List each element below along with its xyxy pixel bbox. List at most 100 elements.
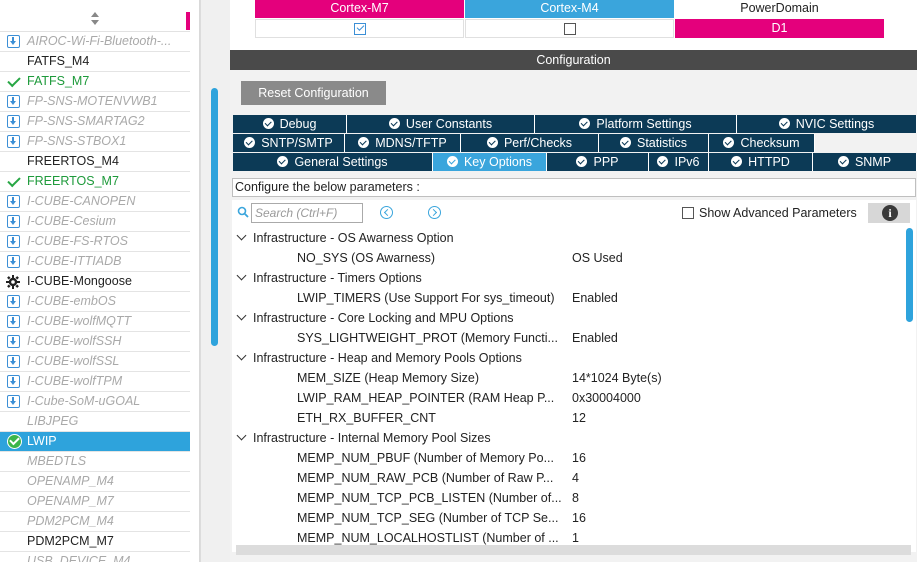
tab-debug[interactable]: Debug [233, 115, 347, 133]
mode-indicator-bar [186, 12, 190, 30]
parameter-value[interactable]: 16 [572, 448, 586, 468]
parameter-value[interactable]: 16 [572, 508, 586, 528]
list-item[interactable]: I-CUBE-wolfTPM [0, 372, 190, 392]
list-item[interactable]: FREERTOS_M7 [0, 172, 190, 192]
parameter-group[interactable]: Infrastructure - OS Awarness Option [236, 228, 454, 248]
list-item[interactable]: OPENAMP_M7 [0, 492, 190, 512]
tab-general-settings[interactable]: General Settings [233, 153, 433, 171]
chevron-down-icon[interactable] [236, 270, 247, 281]
check-circle-icon [778, 118, 790, 129]
parameter-name[interactable]: MEMP_NUM_PBUF (Number of Memory Po... [297, 448, 567, 468]
tab-sntp-smtp[interactable]: SNTP/SMTP [233, 134, 345, 152]
mode-header-power-domain: PowerDomain [675, 0, 884, 18]
parameter-scrollbar[interactable] [906, 228, 913, 322]
left-list-scrollbar[interactable] [211, 88, 218, 346]
list-item[interactable]: I-CUBE-wolfMQTT [0, 312, 190, 332]
parameter-name[interactable]: ETH_RX_BUFFER_CNT [297, 408, 567, 428]
list-item-label: I-CUBE-Mongoose [27, 274, 132, 288]
list-item-label: FP-SNS-MOTENVWB1 [27, 94, 158, 108]
list-item[interactable]: MBEDTLS [0, 452, 190, 472]
parameter-group[interactable]: Infrastructure - Core Locking and MPU Op… [236, 308, 514, 328]
check-circle-icon [723, 137, 735, 148]
tab-statistics[interactable]: Statistics [599, 134, 709, 152]
search-input[interactable] [251, 203, 363, 223]
parameter-group[interactable]: Infrastructure - Internal Memory Pool Si… [236, 428, 491, 448]
tab-perf-checks[interactable]: Perf/Checks [461, 134, 599, 152]
list-item[interactable]: I-CUBE-wolfSSL [0, 352, 190, 372]
tab-label: SNTP/SMTP [261, 136, 333, 150]
tab-label: IPv6 [674, 155, 700, 169]
list-item[interactable]: LWIP [0, 432, 190, 452]
list-item[interactable]: I-CUBE-FS-RTOS [0, 232, 190, 252]
chevron-down-icon[interactable] [236, 310, 247, 321]
list-item-label: I-CUBE-Cesium [27, 214, 116, 228]
list-item[interactable]: OPENAMP_M4 [0, 472, 190, 492]
list-sort-header[interactable] [0, 0, 190, 32]
parameter-name[interactable]: MEM_SIZE (Heap Memory Size) [297, 368, 567, 388]
tab-platform-settings[interactable]: Platform Settings [535, 115, 737, 133]
list-item[interactable]: LIBJPEG [0, 412, 190, 432]
list-item[interactable]: I-CUBE-CANOPEN [0, 192, 190, 212]
show-advanced-checkbox[interactable] [682, 207, 694, 219]
list-item[interactable]: FATFS_M4 [0, 52, 190, 72]
cortex-m7-checkbox[interactable] [354, 23, 366, 35]
reset-configuration-button[interactable]: Reset Configuration [241, 81, 386, 105]
tab-mdns-tftp[interactable]: MDNS/TFTP [345, 134, 461, 152]
parameter-value[interactable]: 12 [572, 408, 586, 428]
chevron-down-icon[interactable] [236, 230, 247, 241]
list-item[interactable]: I-CUBE-wolfSSH [0, 332, 190, 352]
parameter-value[interactable]: 14*1024 Byte(s) [572, 368, 662, 388]
list-item[interactable]: FP-SNS-STBOX1 [0, 132, 190, 152]
parameter-value[interactable]: OS Used [572, 248, 623, 268]
tab-checksum[interactable]: Checksum [709, 134, 815, 152]
list-item[interactable]: I-CUBE-embOS [0, 292, 190, 312]
parameter-name[interactable]: MEMP_NUM_TCP_PCB_LISTEN (Number of... [297, 488, 567, 508]
list-item[interactable]: I-CUBE-Cesium [0, 212, 190, 232]
parameter-value[interactable]: Enabled [572, 288, 618, 308]
parameter-name[interactable]: LWIP_TIMERS (Use Support For sys_timeout… [297, 288, 567, 308]
check-circle-icon [837, 156, 849, 167]
list-item[interactable]: PDM2PCM_M4 [0, 512, 190, 532]
parameter-value[interactable]: 4 [572, 468, 579, 488]
parameter-name[interactable]: SYS_LIGHTWEIGHT_PROT (Memory Functi... [297, 328, 567, 348]
tab-nvic-settings[interactable]: NVIC Settings [737, 115, 917, 133]
list-item[interactable]: FATFS_M7 [0, 72, 190, 92]
chevron-down-icon[interactable] [236, 430, 247, 441]
chevron-down-icon[interactable] [236, 350, 247, 361]
list-item[interactable]: FP-SNS-MOTENVWB1 [0, 92, 190, 112]
tab-key-options[interactable]: Key Options [433, 153, 547, 171]
list-item[interactable]: FREERTOS_M4 [0, 152, 190, 172]
list-item-label: I-CUBE-ITTIADB [27, 254, 122, 268]
parameter-group[interactable]: Infrastructure - Timers Options [236, 268, 422, 288]
list-item-label: FATFS_M7 [27, 74, 90, 88]
list-item[interactable]: FP-SNS-SMARTAG2 [0, 112, 190, 132]
parameter-group[interactable]: Infrastructure - Heap and Memory Pools O… [236, 348, 522, 368]
list-item[interactable]: USB_DEVICE_M4 [0, 552, 190, 562]
power-domain-cell[interactable]: D1 [675, 19, 884, 38]
parameter-value[interactable]: Enabled [572, 328, 618, 348]
parameter-name[interactable]: MEMP_NUM_TCP_SEG (Number of TCP Se... [297, 508, 567, 528]
list-item[interactable]: I-Cube-SoM-uGOAL [0, 392, 190, 412]
tab-ppp[interactable]: PPP [547, 153, 649, 171]
list-item[interactable]: PDM2PCM_M7 [0, 532, 190, 552]
parameter-name[interactable]: LWIP_RAM_HEAP_POINTER (RAM Heap P... [297, 388, 567, 408]
list-item[interactable]: I-CUBE-Mongoose [0, 272, 190, 292]
parameter-group-label: Infrastructure - Internal Memory Pool Si… [253, 431, 491, 445]
horizontal-scrollbar[interactable] [236, 545, 911, 555]
cortex-m4-checkbox[interactable] [564, 23, 576, 35]
parameter-name[interactable]: NO_SYS (OS Awarness) [297, 248, 567, 268]
tab-ipv6[interactable]: IPv6 [649, 153, 709, 171]
search-previous-icon[interactable] [380, 206, 393, 219]
info-button[interactable]: i [868, 203, 910, 223]
tab-user-constants[interactable]: User Constants [347, 115, 535, 133]
parameter-value[interactable]: 8 [572, 488, 579, 508]
download-icon [7, 335, 20, 348]
parameter-value[interactable]: 0x30004000 [572, 388, 641, 408]
sort-icon[interactable] [90, 12, 100, 26]
parameter-name[interactable]: MEMP_NUM_RAW_PCB (Number of Raw P... [297, 468, 567, 488]
list-item[interactable]: AIROC-Wi-Fi-Bluetooth-... [0, 32, 190, 52]
tab-snmp[interactable]: SNMP [813, 153, 917, 171]
search-next-icon[interactable] [428, 206, 441, 219]
tab-httpd[interactable]: HTTPD [709, 153, 813, 171]
list-item[interactable]: I-CUBE-ITTIADB [0, 252, 190, 272]
